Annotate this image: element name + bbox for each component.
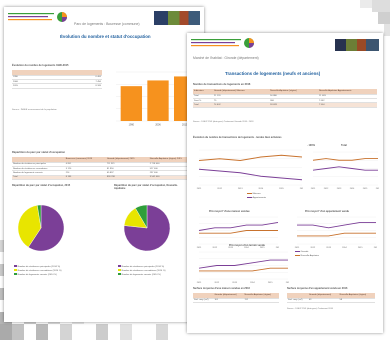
tick-label: 2016 <box>376 188 379 190</box>
transactions-line-chart: 2011 2012 2013 2014 2015 2016 <box>197 149 303 190</box>
series-line <box>297 232 376 237</box>
header-photo <box>154 11 200 25</box>
series-line <box>199 230 278 234</box>
occupancy-table: Bouresse (commune) 2015 Gironde (départem… <box>12 157 198 181</box>
section-title: Nombre de transactions de logements en 2… <box>193 83 251 86</box>
page-header: Parc de logements : Bouresse (commune) <box>74 22 140 26</box>
series-legend: Maisons Appartements <box>247 193 266 201</box>
tick-label: 2011 <box>197 247 202 249</box>
tick-label: 2011 <box>197 188 202 190</box>
table-row: Surf. moy. (m²) 101 112 <box>193 298 279 303</box>
tick-label: 2012 <box>214 282 219 284</box>
occupancy-pie-chart-local <box>17 204 65 252</box>
series-line <box>199 267 288 272</box>
tick-label: 2016 <box>374 247 377 249</box>
tick-label: 2016 <box>276 247 279 249</box>
occupancy-pie-chart-region <box>123 204 171 252</box>
tick-label: 2013 <box>326 247 331 249</box>
tick-label: 2011 <box>295 247 300 249</box>
section-title: Évolution du nombre de logements 1990-20… <box>12 64 69 67</box>
series-line <box>312 158 378 161</box>
chart-title: Évolution du nombre de transactions de l… <box>193 136 282 139</box>
apartment-surface-table: Gironde (département) Nouvelle-Aquitaine … <box>287 293 375 303</box>
chart-title: Prix moyen* d'un appartement vendu <box>305 210 350 213</box>
tick-label: 2011 <box>197 282 202 284</box>
source-note: Source : DGFiP DVF (data.gouv) Traitemen… <box>193 121 254 123</box>
tick-label: 2015 <box>363 188 368 190</box>
tick-label: 2016 <box>300 188 303 190</box>
bar <box>147 80 169 121</box>
stock-evolution-table: 1990 6 400 2006 7 450 2015 8 185 <box>12 70 102 89</box>
section-title: Surface moyenne d'un appartement vendu e… <box>287 287 348 290</box>
section-title: Répartition du parc par statut d'occupat… <box>12 151 66 154</box>
tick-label: 2012 <box>310 247 315 249</box>
source-note: Source : INSEE recensement de la populat… <box>12 109 57 111</box>
bar <box>120 86 142 121</box>
tick-label: 2013 <box>337 188 342 190</box>
series-line <box>297 221 376 229</box>
report-page-housing-market: Marché de l'habitat : Gironde (départeme… <box>187 33 383 333</box>
pie-title: Répartition du parc par statut d'occupat… <box>114 184 178 190</box>
price-legend: Gironde Nouvelle-Aquitaine <box>295 251 319 259</box>
tick-label: 2013 <box>238 188 243 190</box>
table-row: Total 74 602 59 628 7 504 <box>193 102 377 108</box>
series-line <box>198 259 288 269</box>
land-price-line-chart: 2011 2012 2013 2014 2015 2016 <box>197 251 289 284</box>
tick-label: 2014 <box>342 247 347 249</box>
pie-legend: Nombre de résidences principales (2014 %… <box>14 265 62 277</box>
source-note: Source : DGFiP DVF (data.gouv) Traitemen… <box>287 308 333 310</box>
tick-label: 2012 <box>324 188 329 190</box>
tick-label: 2014 <box>258 188 263 190</box>
tick-label: 2006 <box>155 124 161 127</box>
stock-bar-chart: 1990 2006 2015 <box>116 71 198 127</box>
pie-legend: Nombre de résidences principales (2014 %… <box>118 265 166 277</box>
tick-label: 2013 <box>232 282 237 284</box>
series-line <box>198 168 303 181</box>
tick-label: 2014 <box>250 282 255 284</box>
observatory-logo <box>191 37 255 49</box>
chart-title: Total <box>341 144 347 147</box>
table-row: 2015 8 185 <box>12 83 102 89</box>
table-row: Surf. moy. (m²) 63 58 <box>287 298 375 303</box>
chart-title: - 100% <box>307 144 315 147</box>
section-title: Surface moyenne d'une maison vendue en 2… <box>193 287 250 290</box>
apartment-price-line-chart: 2011 2012 2013 2014 2015 2016 <box>295 216 377 249</box>
transactions-table: Indicateur Gironde (département) Maisons N… <box>193 89 377 108</box>
observatory-logo <box>8 11 68 23</box>
series-line <box>198 154 303 161</box>
pie-title: Répartition du parc par statut d'occupat… <box>12 184 71 187</box>
tick-label: 2011 <box>311 188 316 190</box>
tick-label: 1990 <box>129 124 135 127</box>
tick-label: 2015 <box>358 247 363 249</box>
header-photo <box>335 39 379 51</box>
house-surface-table: Gironde (département) Nouvelle-Aquitaine … <box>193 293 279 303</box>
page-title: Transactions de logements (neufs et anci… <box>225 71 321 76</box>
table-row: Total 8 185 859 768 3 542 000 <box>12 175 198 181</box>
transactions-total-line-chart: 2011 2012 2013 2014 2015 2016 <box>311 151 379 190</box>
tick-label: 2012 <box>217 188 222 190</box>
tick-label: 2014 <box>350 188 355 190</box>
tick-label: 2015 <box>279 188 284 190</box>
tick-label: 2015 <box>268 282 273 284</box>
tick-label: 2012 <box>212 247 217 249</box>
report-page-housing-stock: Parc de logements : Bouresse (commune) É… <box>4 7 204 322</box>
chart-title: Prix moyen* d'une maison vendue <box>209 210 250 213</box>
tick-label: 2016 <box>286 282 289 284</box>
chart-title: Prix moyen d'un terrain vendu <box>229 244 265 247</box>
page-header: Marché de l'habitat : Gironde (départeme… <box>193 56 259 60</box>
page-title: Évolution du nombre et statut d'occupati… <box>60 34 151 39</box>
